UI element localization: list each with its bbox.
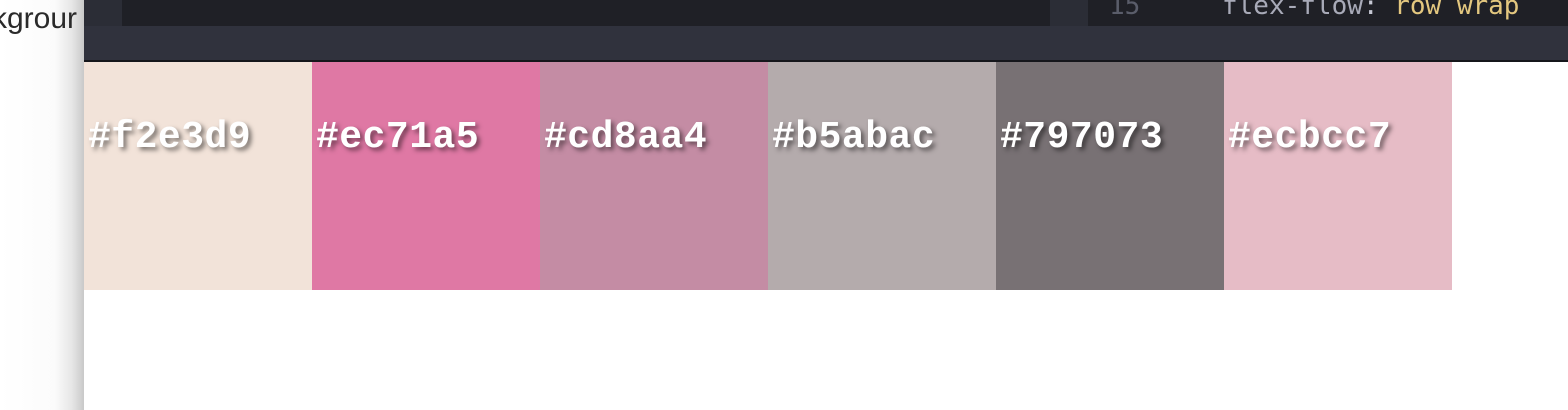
color-swatch-6[interactable]: #ecbcc7 <box>1224 62 1452 290</box>
code-property: flex-flow <box>1222 0 1363 21</box>
code-line-number: 15 <box>1109 0 1141 21</box>
color-swatch-4[interactable]: #b5abac <box>768 62 996 290</box>
code-editor-panel[interactable]: 15 flex-flow: row wrap <box>84 0 1568 26</box>
swatch-hex-label: #b5abac <box>772 116 936 159</box>
editor-split-divider[interactable] <box>1050 0 1088 26</box>
code-value: row wrap <box>1394 0 1520 21</box>
background-page: kgrour <box>0 0 84 410</box>
swatch-hex-label: #ec71a5 <box>316 116 480 159</box>
background-page-text: kgrour <box>0 2 78 35</box>
swatch-hex-label: #f2e3d9 <box>88 116 252 159</box>
swatch-hex-label: #ecbcc7 <box>1228 116 1392 159</box>
code-line[interactable]: flex-flow: row wrap <box>1222 0 1519 21</box>
swatch-hex-label: #797073 <box>1000 116 1164 159</box>
swatch-hex-label: #cd8aa4 <box>544 116 708 159</box>
color-palette: #f2e3d9 #ec71a5 #cd8aa4 #b5abac #797073 … <box>84 62 1452 290</box>
code-separator: : <box>1362 0 1395 21</box>
color-swatch-3[interactable]: #cd8aa4 <box>540 62 768 290</box>
color-swatch-1[interactable]: #f2e3d9 <box>84 62 312 290</box>
color-swatch-5[interactable]: #797073 <box>996 62 1224 290</box>
color-swatch-2[interactable]: #ec71a5 <box>312 62 540 290</box>
editor-toolbar <box>84 26 1568 62</box>
editor-left-gutter <box>84 0 122 26</box>
